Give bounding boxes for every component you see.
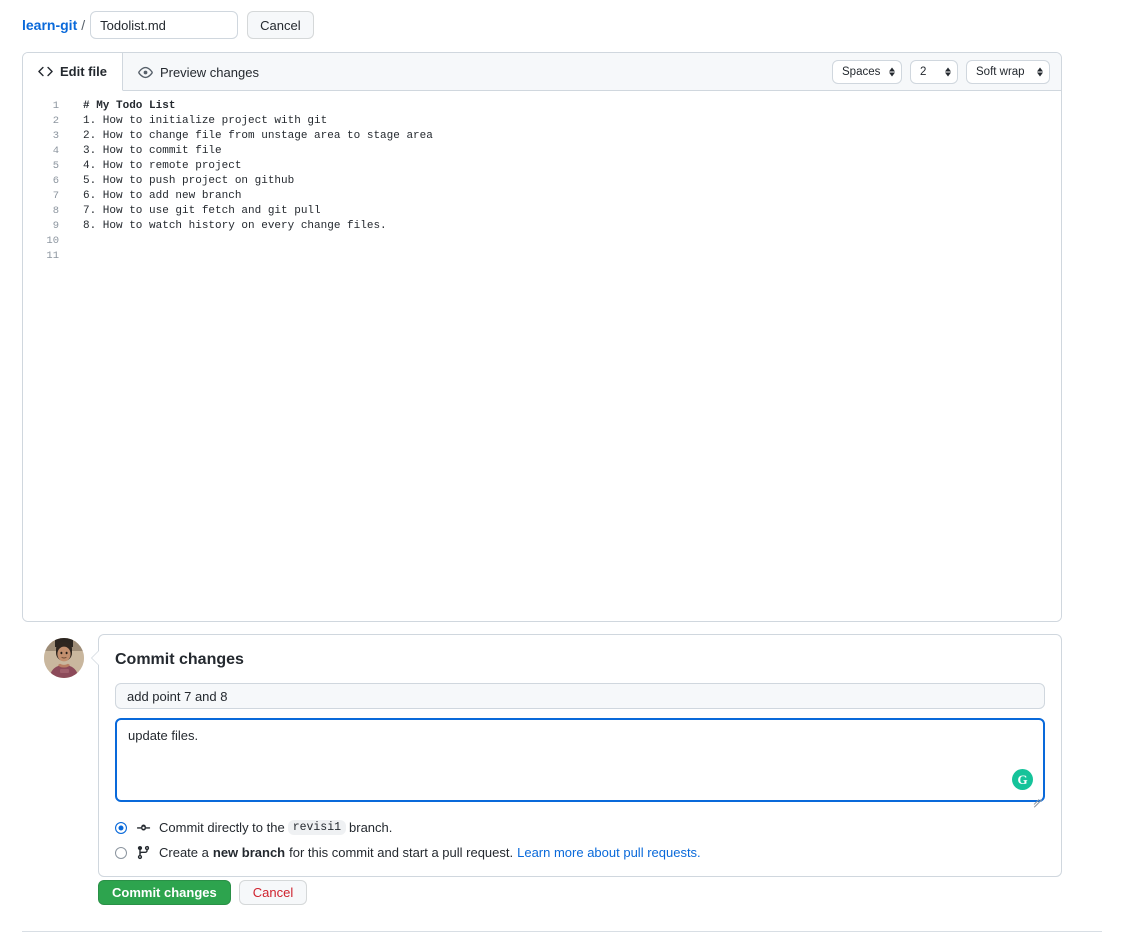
- editor-toolbar: Edit file Preview changes Spaces 2 Soft …: [23, 53, 1061, 91]
- commit-card: Commit changes G Commit directly to the: [91, 634, 1062, 877]
- line-content: [59, 249, 83, 264]
- code-line: 7 6. How to add new branch: [23, 189, 1061, 204]
- textarea-resize-handle[interactable]: [1030, 788, 1043, 808]
- line-number: 10: [46, 235, 59, 247]
- tab-preview-changes[interactable]: Preview changes: [123, 53, 275, 91]
- line-number: 11: [46, 250, 59, 262]
- wrap-mode-select[interactable]: Soft wrap: [966, 59, 1050, 84]
- code-line: 4 3. How to commit file: [23, 144, 1061, 159]
- editor-card: Edit file Preview changes Spaces 2 Soft …: [22, 52, 1062, 622]
- cancel-rename-button[interactable]: Cancel: [247, 11, 314, 39]
- git-commit-icon: [136, 820, 151, 835]
- line-content: 6. How to add new branch: [83, 190, 242, 202]
- line-number: 9: [52, 220, 59, 232]
- github-edit-file-page: learn-git / Cancel Edit file: [0, 0, 1124, 941]
- chevron-updown-icon: [889, 67, 895, 76]
- code-line: 10: [23, 234, 1061, 249]
- commit-changes-button[interactable]: Commit changes: [98, 880, 231, 905]
- line-content: 7. How to use git fetch and git pull: [83, 205, 321, 217]
- tab-preview-changes-label: Preview changes: [159, 64, 259, 80]
- commit-description-textarea[interactable]: [115, 718, 1045, 802]
- line-content: 5. How to push project on github: [83, 175, 295, 187]
- commit-option-new-branch[interactable]: Create a new branch for this commit and …: [115, 845, 1045, 860]
- new-branch-emphasis: new branch: [212, 845, 286, 860]
- repo-link[interactable]: learn-git: [22, 11, 77, 39]
- code-editor[interactable]: 1 # My Todo List 2 1. How to initialize pro…: [23, 91, 1061, 621]
- commit-description-wrapper: G: [115, 718, 1045, 808]
- line-number: 8: [52, 205, 59, 217]
- commit-direct-text-after: branch.: [349, 820, 393, 835]
- commit-title: Commit changes: [115, 651, 244, 668]
- breadcrumb-separator: /: [81, 17, 86, 33]
- pull-requests-learn-more-link[interactable]: Learn more about pull requests.: [517, 845, 701, 860]
- eye-icon: [138, 65, 153, 80]
- commit-direct-text-before: Commit directly to the: [159, 820, 285, 835]
- code-line: 5 4. How to remote project: [23, 159, 1061, 174]
- commit-option-direct[interactable]: Commit directly to the revisi1 branch.: [115, 820, 1045, 835]
- code-line: 2 1. How to initialize project with git: [23, 114, 1061, 129]
- code-line: 9 8. How to watch history on every change…: [23, 219, 1061, 234]
- tab-edit-file-label: Edit file: [60, 64, 107, 79]
- commit-summary-input[interactable]: [115, 683, 1045, 709]
- radio-commit-direct[interactable]: [115, 821, 127, 834]
- line-content: 8. How to watch history on every change …: [83, 220, 387, 232]
- chevron-updown-icon: [1037, 67, 1043, 76]
- line-number: 4: [52, 145, 59, 157]
- line-number: 7: [52, 190, 59, 202]
- line-content: 3. How to commit file: [83, 145, 222, 157]
- indent-size-select[interactable]: 2: [910, 59, 958, 84]
- chevron-updown-icon: [945, 67, 951, 76]
- indent-mode-value: Spaces: [842, 65, 881, 78]
- line-content: 2. How to change file from unstage area …: [83, 130, 433, 142]
- breadcrumb: learn-git / Cancel: [22, 11, 314, 39]
- cancel-commit-button[interactable]: Cancel: [238, 880, 308, 905]
- line-number: 2: [52, 115, 59, 127]
- commit-actions: Commit changes Cancel: [98, 880, 308, 905]
- grammarly-icon[interactable]: G: [1012, 769, 1033, 790]
- tab-edit-file[interactable]: Edit file: [23, 53, 123, 91]
- new-branch-text-after: for this commit and start a pull request…: [289, 845, 514, 860]
- indent-size-value: 2: [920, 65, 927, 78]
- line-number: 5: [52, 160, 59, 172]
- line-content: [59, 234, 83, 249]
- line-number: 6: [52, 175, 59, 187]
- avatar: [44, 638, 84, 678]
- code-line: 11: [23, 249, 1061, 264]
- code-line: 1 # My Todo List: [23, 99, 1061, 114]
- filename-input[interactable]: [90, 11, 239, 39]
- code-line: 8 7. How to use git fetch and git pull: [23, 204, 1061, 219]
- wrap-mode-value: Soft wrap: [976, 65, 1025, 78]
- code-line: 6 5. How to push project on github: [23, 174, 1061, 189]
- branch-name-chip: revisi1: [287, 820, 347, 835]
- code-icon: [38, 64, 53, 79]
- new-branch-text-before: Create a: [159, 845, 209, 860]
- line-number: 3: [52, 130, 59, 142]
- line-content: 4. How to remote project: [83, 160, 242, 172]
- line-number: 1: [52, 100, 59, 112]
- code-line: 3 2. How to change file from unstage area…: [23, 129, 1061, 144]
- footer-divider: [22, 931, 1102, 932]
- git-branch-icon: [136, 845, 151, 860]
- radio-new-branch[interactable]: [115, 846, 127, 859]
- indent-mode-select[interactable]: Spaces: [832, 59, 902, 84]
- editor-settings: Spaces 2 Soft wrap: [832, 53, 1061, 90]
- line-content: 1. How to initialize project with git: [83, 115, 328, 127]
- line-content: # My Todo List: [83, 100, 176, 112]
